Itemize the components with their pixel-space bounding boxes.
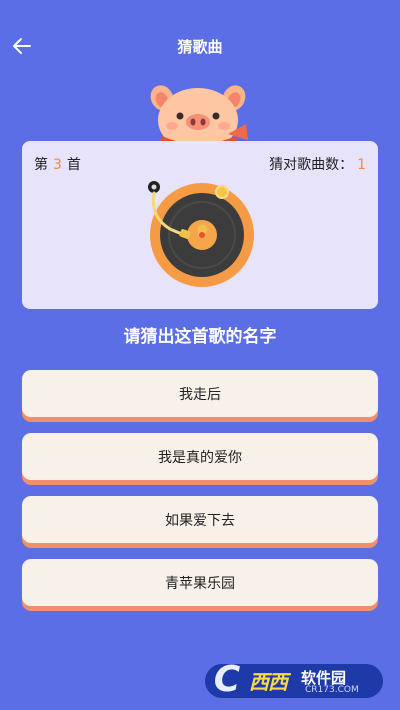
question-card: 第3首 猜对歌曲数： 1 (22, 141, 378, 309)
vinyl-record-icon[interactable] (144, 175, 256, 287)
answer-option-1[interactable]: 我走后 (22, 370, 378, 417)
watermark-logo-icon: C (213, 659, 241, 700)
page-title: 猜歌曲 (177, 38, 223, 56)
answer-option-2[interactable]: 我是真的爱你 (22, 433, 378, 480)
question-prompt: 请猜出这首歌的名字 (123, 327, 277, 347)
answer-option-3[interactable]: 如果爱下去 (22, 496, 378, 543)
correct-label: 猜对歌曲数： (269, 157, 354, 173)
round-number: 3 (53, 157, 62, 173)
round-suffix: 首 (66, 157, 81, 173)
pig-mascot-icon (150, 85, 248, 150)
answer-option-4[interactable]: 青苹果乐园 (22, 559, 378, 606)
watermark-domain: CR173.COM (305, 685, 359, 695)
site-watermark: C 西西 软件园 CR173.COM (205, 660, 383, 702)
watermark-brand: 西西 (249, 670, 288, 694)
correct-count: 猜对歌曲数： 1 (269, 154, 366, 174)
correct-number: 1 (357, 157, 366, 173)
top-bar: 猜歌曲 (0, 0, 400, 90)
round-indicator: 第3首 (34, 154, 81, 174)
round-prefix: 第 (34, 157, 48, 173)
